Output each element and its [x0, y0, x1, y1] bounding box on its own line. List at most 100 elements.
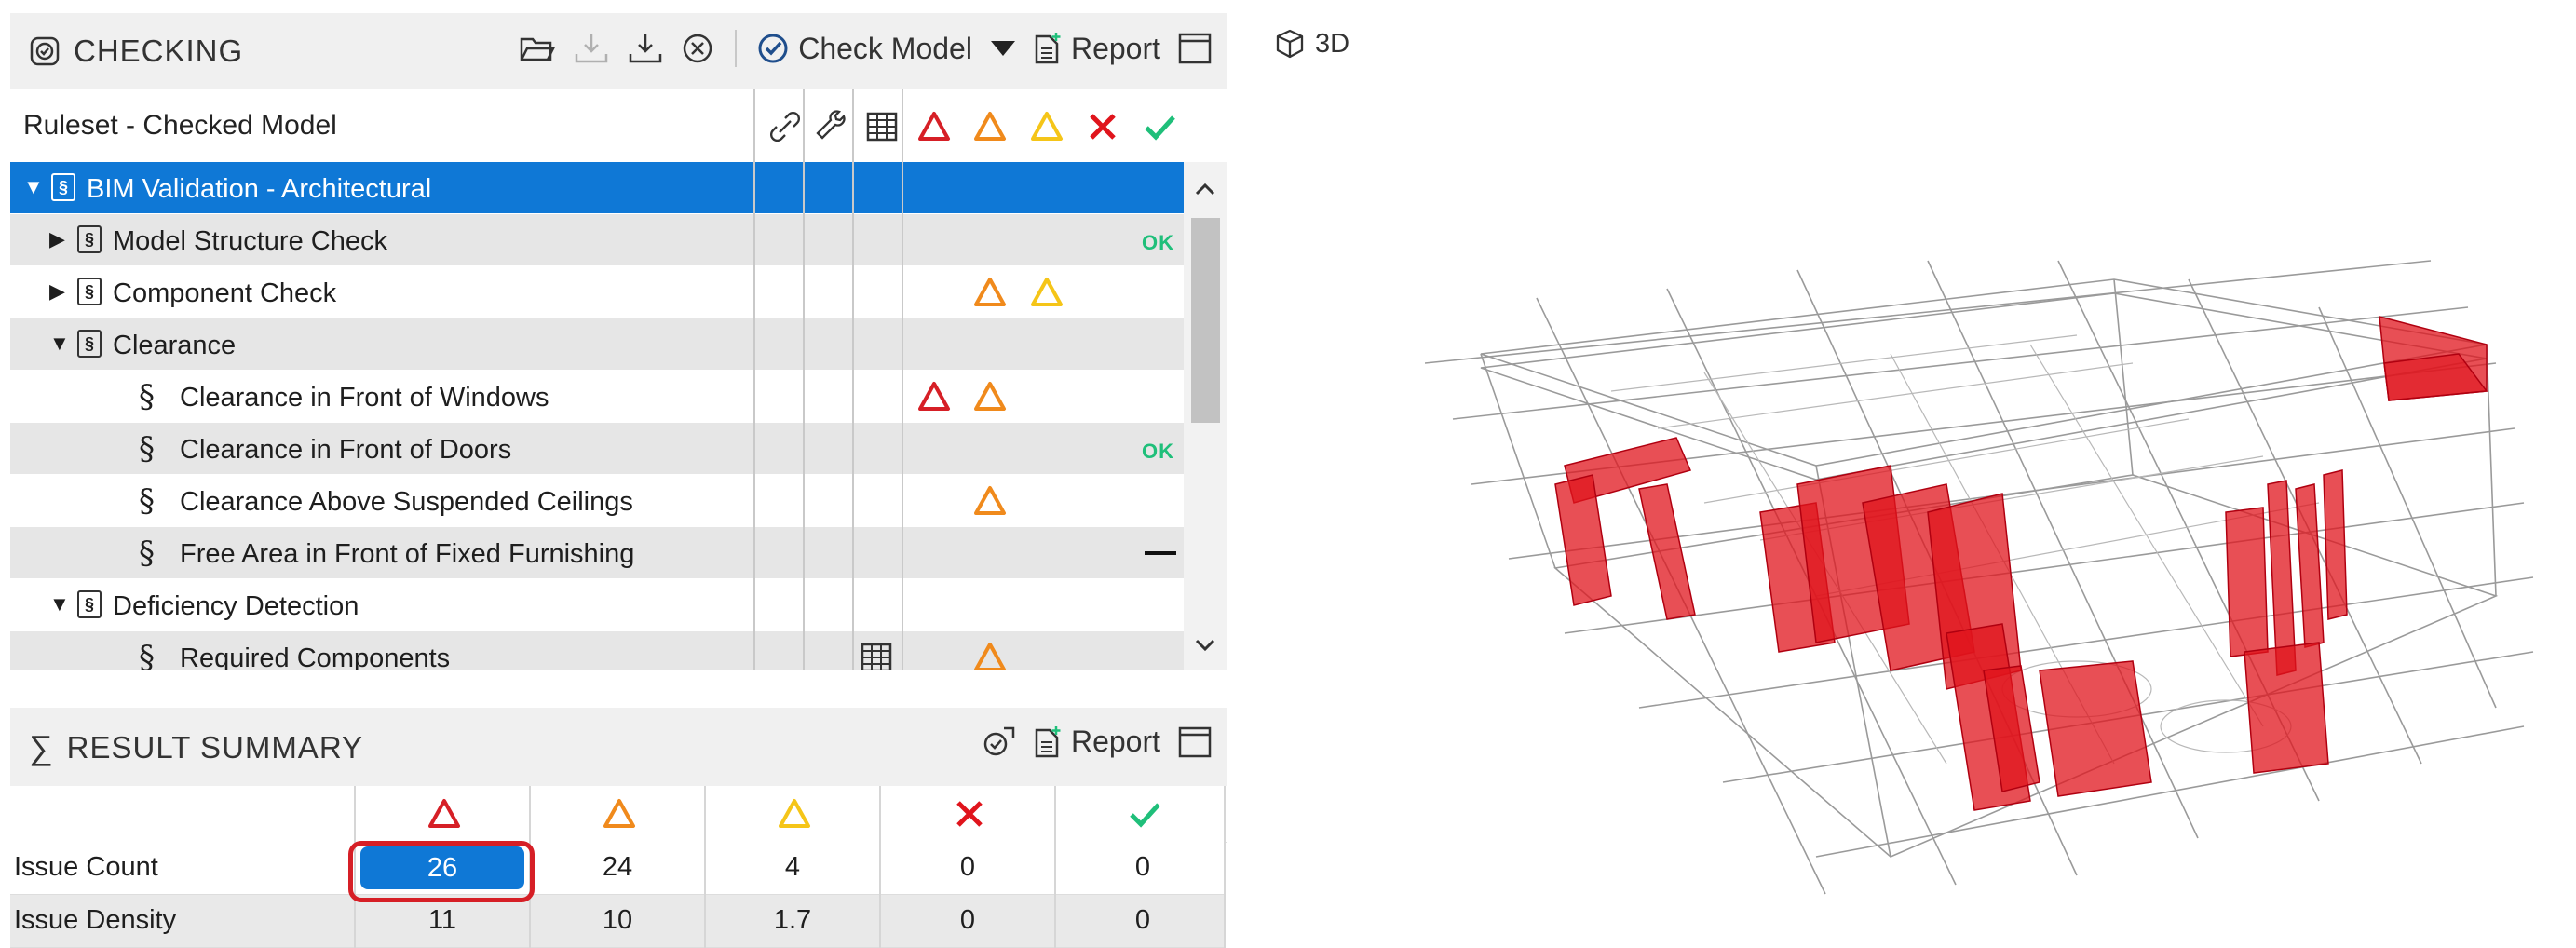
check-model-label: Check Model: [798, 31, 972, 65]
summary-value-cell[interactable]: 0: [1056, 895, 1229, 946]
link-icon[interactable]: [766, 108, 804, 145]
severity-triangle-icon: [974, 382, 1006, 411]
wrench-icon[interactable]: [815, 108, 852, 145]
rule-row[interactable]: § Clearance in Front of Doors OK: [10, 423, 1184, 474]
import-disabled-icon[interactable]: [573, 32, 610, 65]
report-button[interactable]: Report: [1034, 32, 1160, 66]
expand-caret-icon[interactable]: ▶: [49, 279, 65, 304]
column-divider: [879, 786, 881, 948]
rule-icon: §: [139, 430, 155, 467]
row-label: Required Components: [180, 643, 451, 670]
download-icon[interactable]: [627, 32, 664, 65]
rule-row[interactable]: § Clearance in Front of Windows: [10, 371, 1184, 422]
summary-value-cell[interactable]: 1.7: [706, 895, 879, 946]
approved-icon: [1130, 803, 1160, 828]
ruleset-icon: §: [77, 330, 102, 358]
collapse-caret-icon[interactable]: ▼: [49, 332, 70, 356]
scroll-up-icon[interactable]: [1184, 169, 1227, 207]
ruleset-row[interactable]: ▶ § Component Check: [10, 266, 1184, 318]
not-checked-dash: [1145, 551, 1176, 555]
check-model-button[interactable]: Check Model: [757, 32, 972, 66]
ruleset-icon: §: [51, 173, 75, 201]
toolbar-divider: [735, 30, 738, 67]
severity-low-icon: [1031, 112, 1063, 141]
clash-element[interactable]: [2323, 469, 2348, 620]
rule-icon: §: [139, 535, 155, 572]
checking-title-group: CHECKING: [29, 34, 243, 69]
severity-triangle-icon: [974, 278, 1006, 306]
rule-settings-icon[interactable]: [982, 725, 1017, 759]
result-summary-panel: ∑ RESULT SUMMARY Report Issue Count 26 2…: [10, 708, 1227, 948]
cube-icon: [1276, 29, 1304, 59]
summary-toolbar: Report: [982, 725, 1213, 759]
collapse-caret-icon[interactable]: ▼: [23, 175, 44, 199]
summary-row-label: Issue Density: [14, 905, 177, 935]
rejected-icon: [1090, 114, 1116, 140]
rule-row[interactable]: § Free Area in Front of Fixed Furnishing: [10, 527, 1184, 578]
3d-model-viewport[interactable]: [1425, 205, 2542, 931]
row-label: Model Structure Check: [113, 226, 387, 256]
clash-element[interactable]: [2039, 660, 2152, 797]
severity-high-icon: [428, 799, 460, 828]
summary-value-cell[interactable]: 0: [881, 842, 1054, 893]
severity-triangle-icon: [918, 382, 950, 411]
approved-icon: [1145, 115, 1175, 141]
column-divider: [902, 89, 903, 670]
ruleset-icon: §: [77, 278, 102, 305]
table-icon[interactable]: [863, 108, 901, 145]
summary-value-cell[interactable]: 10: [531, 895, 704, 946]
severity-medium-icon: [603, 799, 635, 828]
scroll-down-icon[interactable]: [1184, 628, 1227, 665]
clash-element[interactable]: [2225, 507, 2269, 657]
maximize-panel-icon[interactable]: [1177, 32, 1213, 65]
rule-row[interactable]: § Clearance Above Suspended Ceilings: [10, 475, 1184, 526]
ruleset-icon: §: [77, 590, 102, 618]
collapse-caret-icon[interactable]: ▼: [49, 592, 70, 616]
clash-element[interactable]: [1638, 483, 1696, 620]
column-divider: [1054, 786, 1056, 948]
summary-value-cell[interactable]: 0: [881, 895, 1054, 946]
rule-row[interactable]: § Required Components: [10, 631, 1184, 670]
ruleset-tree-table: Ruleset - Checked Model ▼ § BIM Validati…: [10, 89, 1227, 670]
checking-panel: CHECKING Check Model Report Ruleset - Ch…: [10, 13, 1227, 670]
row-label: BIM Validation - Architectural: [87, 174, 432, 204]
severity-high-icon: [918, 112, 950, 141]
table-icon[interactable]: [858, 639, 895, 670]
summary-value-cell[interactable]: 11: [356, 895, 529, 946]
ruleset-icon: §: [77, 225, 102, 253]
severity-low-icon: [779, 799, 810, 828]
summary-report-button[interactable]: Report: [1034, 725, 1160, 759]
row-label: Clearance Above Suspended Ceilings: [180, 487, 633, 517]
tree-scrollbar[interactable]: [1184, 162, 1227, 670]
row-label: Clearance in Front of Doors: [180, 435, 512, 465]
summary-value-cell[interactable]: 4: [706, 842, 879, 893]
severity-triangle-icon: [1031, 278, 1063, 306]
report-label: Report: [1070, 31, 1160, 65]
tree-header: Ruleset - Checked Model: [10, 89, 1184, 163]
ruleset-row[interactable]: ▼ § Clearance: [10, 318, 1184, 370]
clear-results-icon[interactable]: [681, 32, 714, 65]
result-summary-table: Issue Count 26 24 4 0 0 Issue Density 11 10 1.7 0 0: [10, 786, 1227, 948]
summary-value-cell[interactable]: 24: [531, 842, 704, 893]
check-model-icon: [758, 34, 788, 63]
ruleset-row[interactable]: ▼ § BIM Validation - Architectural: [10, 162, 1184, 213]
expand-caret-icon[interactable]: ▶: [49, 227, 65, 251]
row-label: Deficiency Detection: [113, 591, 359, 621]
sigma-icon: ∑: [29, 728, 54, 766]
open-folder-icon[interactable]: [519, 32, 556, 65]
column-divider: [852, 89, 854, 670]
clash-element[interactable]: [2244, 642, 2329, 774]
clash-element[interactable]: [2295, 483, 2325, 648]
maximize-panel-icon[interactable]: [1177, 725, 1213, 759]
row-label: Component Check: [113, 278, 337, 308]
summary-value-cell[interactable]: 0: [1056, 842, 1229, 893]
severity-triangle-icon: [974, 486, 1006, 515]
column-divider: [803, 89, 805, 670]
summary-title: RESULT SUMMARY: [66, 730, 364, 765]
ruleset-row[interactable]: ▶ § Model Structure Check OK: [10, 214, 1184, 265]
row-label: Free Area in Front of Fixed Furnishing: [180, 539, 635, 569]
view3d-title-group: 3D: [1274, 28, 1349, 60]
ruleset-row[interactable]: ▼ § Deficiency Detection: [10, 579, 1184, 630]
check-model-dropdown-icon[interactable]: [989, 39, 1017, 58]
scroll-thumb[interactable]: [1191, 218, 1220, 423]
